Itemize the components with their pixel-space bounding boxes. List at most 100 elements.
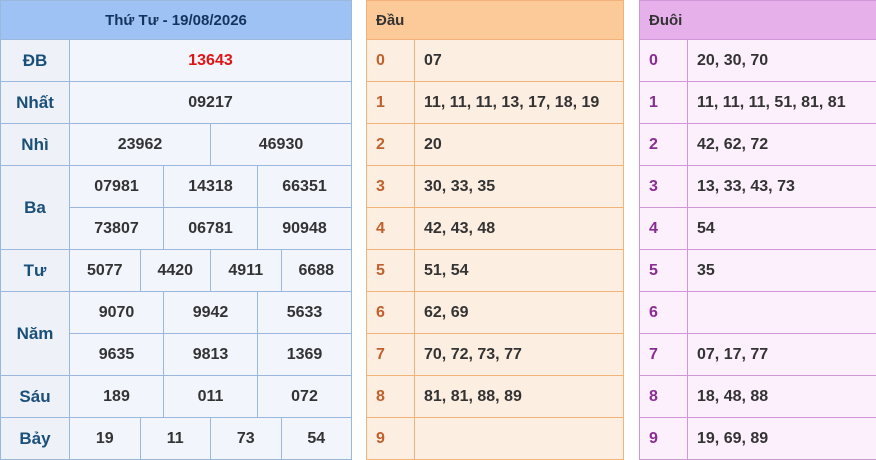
head-values: 81, 81, 88, 89 — [414, 375, 624, 418]
head-digit: 6 — [366, 291, 415, 334]
head-values: 11, 11, 11, 13, 17, 18, 19 — [414, 81, 624, 124]
prize-value-nhi: 46930 — [210, 123, 352, 166]
head-row: 3 30, 33, 35 — [366, 165, 624, 208]
head-values: 70, 72, 73, 77 — [414, 333, 624, 376]
head-digit: 1 — [366, 81, 415, 124]
prize-label-bay: Bảy — [0, 417, 70, 460]
prize-label-ba: Ba — [0, 165, 70, 250]
prize-value-bay: 54 — [280, 417, 352, 460]
tail-digit: 7 — [639, 333, 688, 376]
head-digit: 5 — [366, 249, 415, 292]
tail-values — [687, 291, 876, 334]
prize-value-ba: 73807 — [69, 207, 164, 250]
tail-values: 13, 33, 43, 73 — [687, 165, 876, 208]
prize-value-sau: 072 — [257, 375, 352, 418]
prize-label-nhi: Nhì — [0, 123, 70, 166]
tail-digit: 8 — [639, 375, 688, 418]
tail-values: 11, 11, 11, 51, 81, 81 — [687, 81, 876, 124]
tail-values: 19, 69, 89 — [687, 417, 876, 460]
head-values: 51, 54 — [414, 249, 624, 292]
head-row: 4 42, 43, 48 — [366, 207, 624, 250]
prize-value-nam: 9635 — [69, 333, 164, 376]
prize-value-nam: 9070 — [69, 291, 164, 334]
tail-row: 6 — [639, 291, 876, 334]
prize-value-bay: 73 — [210, 417, 282, 460]
prize-row-ba: Ba 07981 14318 66351 — [0, 165, 352, 250]
tail-row: 4 54 — [639, 207, 876, 250]
prize-value-nam: 9813 — [163, 333, 258, 376]
head-row: 0 07 — [366, 39, 624, 82]
head-values: 20 — [414, 123, 624, 166]
prize-value-nhi: 23962 — [69, 123, 211, 166]
tail-values: 20, 30, 70 — [687, 39, 876, 82]
prize-row-tu: Tư 5077 4420 4911 6688 — [0, 249, 352, 292]
prize-value-sau: 189 — [69, 375, 164, 418]
head-digit: 3 — [366, 165, 415, 208]
prize-label-nam: Năm — [0, 291, 70, 376]
prize-row-sau: Sáu 189 011 072 — [0, 375, 352, 418]
prize-label-tu: Tư — [0, 249, 70, 292]
tail-values: 35 — [687, 249, 876, 292]
head-title: Đầu — [366, 0, 624, 40]
tail-values: 42, 62, 72 — [687, 123, 876, 166]
prize-value-tu: 4420 — [139, 249, 211, 292]
prize-value-ba: 07981 — [69, 165, 164, 208]
head-table: Đầu 0 07 1 11, 11, 11, 13, 17, 18, 19 2 20 … — [366, 0, 624, 460]
head-row: 7 70, 72, 73, 77 — [366, 333, 624, 376]
tail-row: 0 20, 30, 70 — [639, 39, 876, 82]
prize-value-ba: 14318 — [163, 165, 258, 208]
tail-row: 5 35 — [639, 249, 876, 292]
prize-value-nam: 5633 — [257, 291, 352, 334]
results-table: Thứ Tư - 19/08/2026 ĐB 13643 Nhất 09217 … — [0, 0, 352, 460]
prize-row-nhi: Nhì 23962 46930 — [0, 123, 352, 166]
tail-digit: 4 — [639, 207, 688, 250]
tail-values: 07, 17, 77 — [687, 333, 876, 376]
prize-row-bay: Bảy 19 11 73 54 — [0, 417, 352, 460]
prize-label-db: ĐB — [0, 39, 70, 82]
tail-row: 1 11, 11, 11, 51, 81, 81 — [639, 81, 876, 124]
tail-row: 3 13, 33, 43, 73 — [639, 165, 876, 208]
head-row: 2 20 — [366, 123, 624, 166]
head-digit: 7 — [366, 333, 415, 376]
prize-value-tu: 5077 — [69, 249, 141, 292]
tail-digit: 1 — [639, 81, 688, 124]
prize-value-ba: 66351 — [257, 165, 352, 208]
prize-value-ba: 90948 — [257, 207, 352, 250]
prize-value-nam: 9942 — [163, 291, 258, 334]
head-digit: 0 — [366, 39, 415, 82]
head-values: 42, 43, 48 — [414, 207, 624, 250]
head-row: 6 62, 69 — [366, 291, 624, 334]
tail-values: 18, 48, 88 — [687, 375, 876, 418]
prize-row-nhat: Nhất 09217 — [0, 81, 352, 124]
prize-value-bay: 19 — [69, 417, 141, 460]
head-values: 30, 33, 35 — [414, 165, 624, 208]
prize-value-nhat: 09217 — [69, 81, 352, 124]
prize-label-sau: Sáu — [0, 375, 70, 418]
tail-title: Đuôi — [639, 0, 876, 40]
prize-row-nam: Năm 9070 9942 5633 — [0, 291, 352, 376]
tail-digit: 0 — [639, 39, 688, 82]
tail-row: 2 42, 62, 72 — [639, 123, 876, 166]
tail-digit: 5 — [639, 249, 688, 292]
head-values: 07 — [414, 39, 624, 82]
head-row: 1 11, 11, 11, 13, 17, 18, 19 — [366, 81, 624, 124]
prize-value-sau: 011 — [163, 375, 258, 418]
prize-label-nhat: Nhất — [0, 81, 70, 124]
tail-row: 7 07, 17, 77 — [639, 333, 876, 376]
tail-values: 54 — [687, 207, 876, 250]
head-values — [414, 417, 624, 460]
results-title: Thứ Tư - 19/08/2026 — [0, 0, 352, 40]
head-row: 5 51, 54 — [366, 249, 624, 292]
tail-digit: 2 — [639, 123, 688, 166]
head-digit: 9 — [366, 417, 415, 460]
tail-table: Đuôi 0 20, 30, 70 1 11, 11, 11, 51, 81, 81… — [639, 0, 876, 460]
tail-digit: 3 — [639, 165, 688, 208]
prize-row-db: ĐB 13643 — [0, 39, 352, 82]
head-digit: 8 — [366, 375, 415, 418]
prize-value-bay: 11 — [139, 417, 211, 460]
head-digit: 2 — [366, 123, 415, 166]
head-row: 9 — [366, 417, 624, 460]
head-row: 8 81, 81, 88, 89 — [366, 375, 624, 418]
head-values: 62, 69 — [414, 291, 624, 334]
prize-value-tu: 6688 — [280, 249, 352, 292]
